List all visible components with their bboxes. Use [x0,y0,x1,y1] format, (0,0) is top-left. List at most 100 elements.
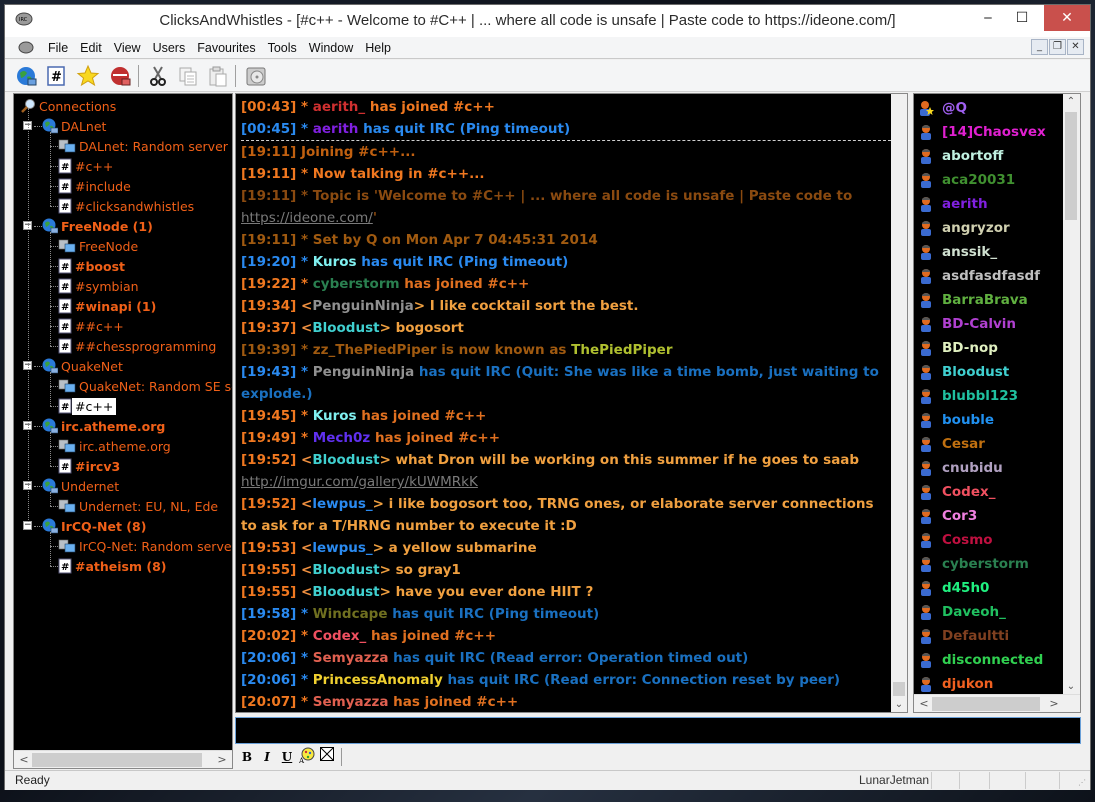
scroll-right-arrow[interactable]: > [1046,695,1062,713]
nick-item[interactable]: BD-nop [918,336,998,360]
collapse-toggle[interactable]: − [23,521,32,530]
scroll-down-arrow[interactable]: ⌄ [891,699,907,710]
nicklist-vertical-scrollbar[interactable]: ⌃ ⌄ [1063,94,1080,694]
tree-channel[interactable]: # #atheism (8) [58,556,170,576]
tree-channel[interactable]: # #clicksandwhistles [58,196,197,216]
connect-button[interactable] [13,63,39,89]
nick-item[interactable]: aca20031 [918,168,1015,192]
close-button[interactable]: ✕ [1044,5,1090,31]
tree-channel[interactable]: # #ircv3 [58,456,123,476]
mdi-minimize-button[interactable]: _ [1031,39,1048,55]
bold-button[interactable]: B [237,747,257,767]
options-button[interactable] [243,63,269,89]
mdi-close-button[interactable]: ✕ [1067,39,1084,55]
mdi-child-icon[interactable] [18,41,34,54]
tree-server[interactable]: FreeNode [58,236,141,256]
nick-item[interactable]: BarraBrava [918,288,1028,312]
tree-server[interactable]: IrCQ-Net: Random server [58,536,232,556]
disconnect-button[interactable] [107,63,133,89]
scroll-thumb[interactable] [1065,112,1077,220]
chat-link[interactable]: https://ideone.com/ [241,210,373,226]
tree-connector [50,386,58,387]
tree-channel[interactable]: # #c++ [58,396,117,416]
nick-item[interactable]: angryzor [918,216,1010,240]
clear-format-button[interactable] [317,747,337,767]
nick-item[interactable]: Daveoh_ [918,600,1006,624]
menu-file[interactable]: File [42,40,74,56]
menu-users[interactable]: Users [147,40,192,56]
nick-item[interactable]: aerith [918,192,988,216]
menu-help[interactable]: Help [359,40,397,56]
nick-item[interactable]: d45h0 [918,576,989,600]
nick-item[interactable]: bouble [918,408,994,432]
tree-network[interactable]: Undernet [42,476,122,496]
nick-item[interactable]: Defaultti [918,624,1009,648]
scroll-right-arrow[interactable]: > [214,751,230,769]
menu-edit[interactable]: Edit [74,40,108,56]
scroll-left-arrow[interactable]: < [16,751,32,769]
tree-channel[interactable]: # #boost [58,256,128,276]
tree-root-connections[interactable]: Connections [20,96,119,116]
nick-item[interactable]: Cor3 [918,504,977,528]
nick-item[interactable]: [14]Chaosvex [918,120,1046,144]
menu-window[interactable]: Window [303,40,359,56]
tree-server[interactable]: DALnet: Random server [58,136,231,156]
join-channel-button[interactable]: # [43,63,69,89]
scroll-up-arrow[interactable]: ⌃ [1063,96,1079,107]
tree-server[interactable]: QuakeNet: Random SE server [58,376,232,396]
nick-item[interactable]: abortoff [918,144,1003,168]
nick-item[interactable]: Codex_ [918,480,995,504]
tree-channel[interactable]: # #include [58,176,134,196]
nick-item[interactable]: Cosmo [918,528,993,552]
menu-view[interactable]: View [108,40,147,56]
tree-channel[interactable]: # #winapi (1) [58,296,159,316]
nick-item[interactable]: blubbl123 [918,384,1018,408]
nick-item[interactable]: djukon [918,672,993,694]
tree-server[interactable]: Undernet: EU, NL, Ede [58,496,221,516]
paste-button[interactable] [205,63,231,89]
nick-item[interactable]: Cesar [918,432,985,456]
tree-channel[interactable]: # ##chessprogramming [58,336,219,356]
nick-item[interactable]: @Q [918,96,967,120]
menu-favourites[interactable]: Favourites [191,40,261,56]
copy-button[interactable] [175,63,201,89]
scroll-thumb[interactable] [32,753,202,767]
nick-item[interactable]: anssik_ [918,240,997,264]
tree-channel[interactable]: # ##c++ [58,316,127,336]
tree-network[interactable]: DALnet [42,116,109,136]
cut-button[interactable] [145,63,171,89]
tree-network[interactable]: IrCQ-Net (8) [42,516,149,536]
scroll-thumb[interactable] [893,682,905,696]
tree-horizontal-scrollbar[interactable]: < > [14,750,232,768]
nick-item[interactable]: BD-Calvin [918,312,1016,336]
maximize-button[interactable]: ☐ [1005,5,1039,31]
tree-network[interactable]: FreeNode (1) [42,216,156,236]
nick-item[interactable]: cyberstorm [918,552,1029,576]
tree-network[interactable]: irc.atheme.org [42,416,168,436]
menu-tools[interactable]: Tools [262,40,303,56]
nick-item[interactable]: disconnected [918,648,1043,672]
underline-button[interactable]: U [277,747,297,767]
tree-channel[interactable]: # #symbian [58,276,142,296]
italic-button[interactable]: I [257,747,277,767]
nick-item[interactable]: asdfasdfasdf [918,264,1040,288]
scroll-left-arrow[interactable]: < [916,695,932,713]
chat-link[interactable]: http://imgur.com/gallery/kUWMRkK [241,474,478,490]
tree-network[interactable]: QuakeNet [42,356,126,376]
channel-icon: # [58,278,72,294]
scroll-down-arrow[interactable]: ⌄ [1063,681,1079,692]
chat-vertical-scrollbar[interactable]: ⌄ [891,94,907,712]
minimize-button[interactable]: ‒ [971,5,1005,31]
tree-channel[interactable]: # #c++ [58,156,116,176]
message-input[interactable] [236,718,1080,743]
resize-grip[interactable]: ⋰ [1078,778,1088,788]
nick-item[interactable]: Bloodust [918,360,1009,384]
nick-label: Cesar [942,436,985,452]
color-button[interactable]: A [297,747,317,767]
nicklist-horizontal-scrollbar[interactable]: < > [914,694,1080,712]
nick-item[interactable]: cnubidu [918,456,1003,480]
favourites-button[interactable] [75,63,101,89]
mdi-restore-button[interactable]: ❐ [1049,39,1066,55]
tree-server[interactable]: irc.atheme.org [58,436,174,456]
scroll-thumb[interactable] [932,697,1040,711]
